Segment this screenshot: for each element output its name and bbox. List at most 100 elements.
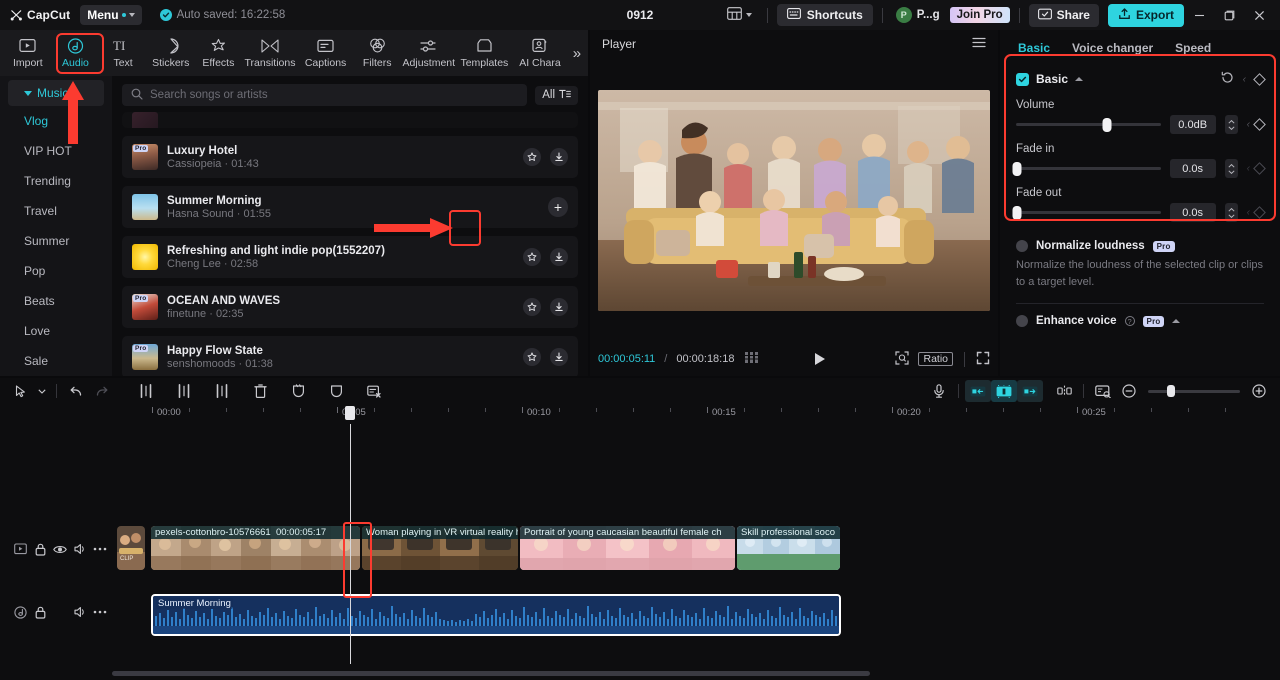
song-list[interactable]: Pro Luxury Hotel Cassiopeia · 01:43 bbox=[112, 112, 588, 376]
maximize-button[interactable] bbox=[1214, 0, 1244, 30]
timeline-zoom-slider[interactable] bbox=[1148, 390, 1240, 393]
fade-out-slider[interactable] bbox=[1016, 211, 1161, 214]
share-button[interactable]: Share bbox=[1029, 4, 1099, 27]
sidebar-item-love[interactable]: Love bbox=[0, 316, 112, 346]
undo-icon[interactable] bbox=[63, 380, 89, 402]
crop-remove-icon[interactable] bbox=[361, 380, 387, 402]
tool-tab-templates[interactable]: Templates bbox=[457, 34, 513, 72]
download-icon[interactable] bbox=[550, 348, 568, 366]
video-preview[interactable] bbox=[598, 90, 990, 311]
download-icon[interactable] bbox=[550, 148, 568, 166]
zoom-in-icon[interactable] bbox=[1246, 380, 1272, 402]
keyframe-prev-icon[interactable] bbox=[965, 380, 991, 402]
keyframe-add-icon[interactable] bbox=[991, 380, 1017, 402]
select-arrow-icon[interactable] bbox=[8, 380, 34, 402]
download-icon[interactable] bbox=[550, 298, 568, 316]
timecode-mode-icon[interactable] bbox=[745, 352, 759, 366]
fade-out-slider-knob[interactable] bbox=[1013, 206, 1022, 220]
download-icon[interactable] bbox=[550, 248, 568, 266]
zoom-out-icon[interactable] bbox=[1116, 380, 1142, 402]
zoom-fit-icon[interactable] bbox=[895, 351, 909, 368]
more-tools-button[interactable]: » bbox=[570, 45, 584, 62]
join-pro-button[interactable]: Join Pro bbox=[950, 7, 1010, 23]
fade-in-value[interactable]: 0.0s bbox=[1170, 159, 1216, 178]
sidebar-item-vip-hot[interactable]: VIP HOT bbox=[0, 136, 112, 166]
tool-tab-audio[interactable]: Audio bbox=[52, 34, 100, 72]
clip-audio-summer-morning[interactable]: Summer Morning bbox=[151, 594, 841, 636]
favorite-star-icon[interactable] bbox=[523, 248, 541, 266]
fade-in-slider[interactable] bbox=[1016, 167, 1161, 170]
keyframe-diamond-icon[interactable] bbox=[1253, 118, 1266, 131]
keyframe-prev-chevron-icon[interactable]: ‹ bbox=[1247, 119, 1250, 130]
reset-icon[interactable] bbox=[1221, 71, 1234, 87]
sidebar-item-beats[interactable]: Beats bbox=[0, 286, 112, 316]
tool-tab-ai-character[interactable]: AI Chara bbox=[512, 34, 568, 72]
favorite-star-icon[interactable] bbox=[523, 348, 541, 366]
keyframe-prev-chevron-icon[interactable]: ‹ bbox=[1243, 74, 1246, 85]
trim-left-icon[interactable] bbox=[171, 380, 197, 402]
speaker-icon[interactable] bbox=[70, 602, 90, 622]
tool-tab-captions[interactable]: Captions bbox=[298, 34, 354, 72]
timeline-horizontal-scrollbar[interactable] bbox=[112, 671, 1260, 676]
tool-tab-import[interactable]: Import bbox=[4, 34, 52, 72]
preview-render-icon[interactable] bbox=[1090, 380, 1116, 402]
enhance-voice-toggle[interactable] bbox=[1016, 315, 1028, 327]
keyframe-diamond-icon[interactable] bbox=[1253, 73, 1266, 86]
keyframe-next-icon[interactable] bbox=[1017, 380, 1043, 402]
add-to-timeline-button[interactable]: + bbox=[548, 197, 568, 217]
fade-out-stepper[interactable] bbox=[1225, 203, 1238, 222]
minimize-button[interactable] bbox=[1184, 0, 1214, 30]
timeline-ruler[interactable]: 00:00 00:05 00:10 00:15 00:20 00:25 bbox=[0, 404, 1280, 424]
fade-in-slider-knob[interactable] bbox=[1013, 162, 1022, 176]
menu-button[interactable]: Menu bbox=[80, 5, 141, 25]
list-item-song[interactable]: Pro OCEAN AND WAVES finetune · 02:35 bbox=[122, 286, 578, 328]
volume-value[interactable]: 0.0dB bbox=[1170, 115, 1216, 134]
tab-basic[interactable]: Basic bbox=[1018, 41, 1050, 55]
tool-tab-effects[interactable]: Effects bbox=[195, 34, 243, 72]
shortcuts-button[interactable]: Shortcuts bbox=[777, 4, 873, 26]
help-icon[interactable]: ? bbox=[1125, 316, 1135, 326]
more-icon[interactable] bbox=[90, 602, 110, 622]
list-item-partial[interactable] bbox=[122, 112, 578, 128]
chevron-up-icon[interactable] bbox=[1075, 77, 1083, 81]
search-input[interactable] bbox=[150, 89, 518, 101]
chevron-up-icon[interactable] bbox=[1172, 319, 1180, 323]
sidebar-item-trending[interactable]: Trending bbox=[0, 166, 112, 196]
tool-tab-transitions[interactable]: Transitions bbox=[242, 34, 298, 72]
playhead-handle[interactable] bbox=[345, 406, 355, 420]
audio-track-icon[interactable] bbox=[10, 602, 30, 622]
search-box[interactable] bbox=[122, 84, 527, 106]
mask-icon[interactable] bbox=[323, 380, 349, 402]
sidebar-item-sale[interactable]: Sale bbox=[0, 346, 112, 376]
close-button[interactable] bbox=[1244, 0, 1274, 30]
more-icon[interactable] bbox=[90, 539, 110, 559]
clip-video-2[interactable]: Woman playing in VR virtual reality h bbox=[362, 526, 518, 570]
lock-icon[interactable] bbox=[30, 602, 50, 622]
volume-slider[interactable] bbox=[1016, 123, 1161, 126]
ratio-button[interactable]: Ratio bbox=[918, 352, 953, 366]
fade-out-value[interactable]: 0.0s bbox=[1170, 203, 1216, 222]
play-icon[interactable] bbox=[815, 353, 825, 365]
volume-slider-knob[interactable] bbox=[1103, 118, 1112, 132]
sidebar-item-music[interactable]: Music bbox=[8, 80, 104, 106]
favorite-star-icon[interactable] bbox=[523, 298, 541, 316]
layout-switch-button[interactable] bbox=[721, 4, 758, 26]
clip-video-3[interactable]: Portrait of young caucasian beautiful fe… bbox=[520, 526, 735, 570]
current-time[interactable]: 00:00:05:11 bbox=[598, 353, 655, 365]
video-track-icon[interactable] bbox=[10, 539, 30, 559]
clip-video-4[interactable]: Skill professional soco bbox=[737, 526, 840, 570]
sidebar-item-pop[interactable]: Pop bbox=[0, 256, 112, 286]
sidebar-item-travel[interactable]: Travel bbox=[0, 196, 112, 226]
freeze-icon[interactable] bbox=[285, 380, 311, 402]
normalize-loudness-toggle[interactable] bbox=[1016, 240, 1028, 252]
fullscreen-icon[interactable] bbox=[976, 351, 990, 368]
list-item-song[interactable]: Refreshing and light indie pop(1552207) … bbox=[122, 236, 578, 278]
user-account-button[interactable]: P P...g bbox=[892, 7, 944, 23]
delete-icon[interactable] bbox=[247, 380, 273, 402]
microphone-icon[interactable] bbox=[926, 380, 952, 402]
chevron-down-icon[interactable] bbox=[34, 380, 50, 402]
hamburger-icon[interactable] bbox=[972, 37, 986, 51]
tool-tab-filters[interactable]: Filters bbox=[353, 34, 401, 72]
list-item-song[interactable]: Pro Happy Flow State senshomoods · 01:38 bbox=[122, 336, 578, 376]
enhance-voice-row[interactable]: Enhance voice ? Pro bbox=[1016, 315, 1264, 327]
